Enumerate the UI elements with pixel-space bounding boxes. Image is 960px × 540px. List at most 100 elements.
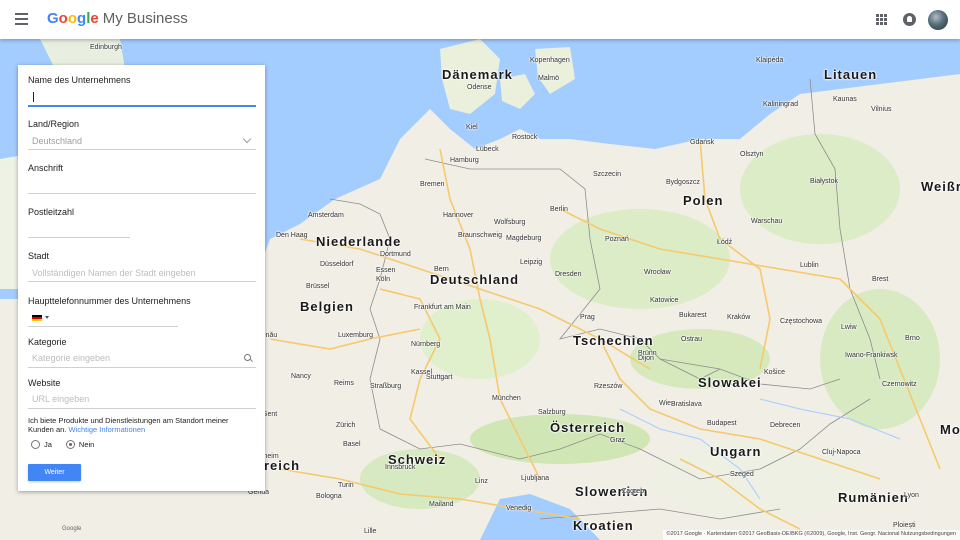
map-city-label: Dijon — [638, 355, 654, 362]
map-city-label: Hannover — [443, 212, 474, 219]
map-city-label: Gdańsk — [690, 139, 715, 146]
map-country-label: Tschechien — [573, 333, 654, 348]
map-country-label: Niederlande — [316, 234, 402, 249]
map-country-label: Litauen — [824, 67, 878, 82]
map-city-label: Bydgoszcz — [666, 179, 700, 186]
map-city-label: Ostrau — [681, 336, 703, 343]
map-city-label: Lyon — [904, 492, 919, 499]
logo-letter: g — [77, 10, 87, 27]
map-country-label: reich — [264, 458, 301, 473]
radio-no[interactable] — [65, 439, 75, 449]
map-city-label: Kassel — [411, 369, 433, 376]
map-city-label: Reims — [334, 380, 354, 387]
country-select[interactable]: Land/Region Deutschland — [28, 119, 256, 153]
map-city-label: Łódź — [717, 239, 733, 246]
map-city-label: Košice — [764, 369, 786, 376]
radio-no-label[interactable]: Nein — [79, 440, 94, 449]
map-city-label: München — [492, 395, 521, 402]
map-city-label: Brüssel — [306, 283, 330, 290]
app-bar: Google My Business — [0, 0, 960, 39]
map-city-label: Basel — [343, 441, 361, 448]
radio-yes-label[interactable]: Ja — [44, 440, 52, 449]
map-city-label: Nürnberg — [411, 341, 441, 348]
map-city-label: Salzburg — [538, 409, 566, 416]
map-city-label: Wolfsburg — [494, 219, 526, 226]
logo-letter: o — [58, 10, 68, 27]
map-city-label: Kaliningrad — [763, 101, 799, 108]
map-city-label: Rzeszów — [594, 383, 623, 390]
account-avatar[interactable] — [928, 10, 948, 30]
logo-letter: G — [47, 10, 59, 27]
map-city-label: Malmö — [538, 75, 560, 82]
address-label: Anschrift — [28, 163, 64, 173]
map-city-label: Warschau — [751, 218, 783, 225]
map-country-label: Polen — [683, 193, 724, 208]
map-city-label: Olsztyn — [740, 151, 764, 158]
map-city-label: Debrecen — [770, 422, 801, 429]
map-city-label: Poznań — [605, 236, 629, 243]
city-field[interactable]: Stadt Vollständigen Namen der Stadt eing… — [28, 251, 256, 285]
map-country-label: Belgien — [300, 299, 354, 314]
google-my-business-logo[interactable]: Google My Business — [47, 10, 188, 27]
map-city-label: Katowice — [650, 297, 679, 304]
map-city-label: Lille — [364, 528, 377, 535]
map-city-label: Bologna — [316, 493, 342, 500]
map-city-label: Cluj-Napoca — [822, 449, 861, 456]
map-city-label: Braunschweig — [458, 232, 502, 239]
postal-code-underline — [28, 237, 130, 238]
business-name-underline — [28, 105, 256, 107]
city-label: Stadt — [28, 251, 50, 261]
map-country-label: Weißru — [921, 179, 960, 194]
map-city-label: Brest — [872, 276, 889, 283]
notifications-icon[interactable] — [903, 13, 916, 26]
map-city-label: Venedig — [506, 505, 532, 512]
map-city-label: Bratislava — [671, 401, 702, 408]
service-area-radio-group: Ja Nein — [31, 439, 108, 449]
map-city-label: Nancy — [291, 373, 311, 380]
text-cursor — [33, 92, 34, 102]
map-city-label: Bukarest — [679, 312, 707, 319]
postal-code-field[interactable]: Postleitzahl — [28, 207, 256, 241]
map-city-label: Wrocław — [644, 269, 671, 276]
website-label: Website — [28, 378, 61, 388]
category-field[interactable]: Kategorie Kategorie eingeben — [28, 337, 256, 371]
caret-down-icon[interactable] — [45, 316, 49, 319]
map-city-label: Edinburgh — [90, 44, 122, 51]
map-country-label: Rumänien — [838, 490, 909, 505]
category-label: Kategorie — [28, 337, 67, 347]
phone-label: Haupttelefonnummer des Unternehmens — [28, 296, 191, 306]
map-city-label: Iwano-Frankiwsk — [845, 352, 898, 359]
map-city-label: Turin — [338, 482, 354, 489]
google-map-mark: Google — [62, 526, 82, 532]
map-city-label: Zürich — [336, 422, 356, 429]
business-name-field[interactable]: Name des Unternehmens — [28, 75, 256, 109]
map-attribution[interactable]: ©2017 Google · Kartendaten ©2017 GeoBasi… — [662, 530, 960, 540]
map-city-label: Bern — [434, 266, 449, 273]
map-city-label: Frankfurt am Main — [414, 304, 471, 311]
map-city-label: Essen — [376, 267, 396, 274]
map-city-label: Amsterdam — [308, 212, 344, 219]
map-city-label: Zagreb — [622, 488, 645, 495]
radio-yes[interactable] — [31, 439, 40, 449]
map-city-label: Rostock — [512, 134, 538, 141]
map-city-label: Köln — [376, 276, 391, 283]
map-country-label: Kroatien — [573, 518, 634, 533]
map-city-label: Czernowitz — [882, 381, 917, 388]
city-placeholder: Vollständigen Namen der Stadt eingeben — [32, 268, 196, 278]
map-city-label: Mailand — [429, 501, 454, 508]
address-field[interactable]: Anschrift — [28, 163, 256, 197]
map-city-label: Leipzig — [520, 259, 543, 266]
city-underline — [28, 281, 256, 282]
apps-icon[interactable] — [876, 14, 887, 25]
important-info-link[interactable]: Wichtige Informationen — [68, 425, 145, 434]
website-field[interactable]: Website URL eingeben — [28, 378, 256, 412]
map-city-label: Ljubljana — [521, 475, 550, 482]
menu-icon[interactable] — [15, 13, 28, 25]
continue-button[interactable]: Weiter — [28, 464, 81, 481]
map-city-label: Hamburg — [450, 157, 479, 164]
germany-flag-icon[interactable] — [32, 315, 42, 321]
phone-field[interactable]: Haupttelefonnummer des Unternehmens — [28, 296, 256, 330]
map-country-label: Deutschland — [430, 272, 520, 287]
logo-letter: o — [67, 10, 78, 27]
phone-underline — [28, 326, 178, 327]
